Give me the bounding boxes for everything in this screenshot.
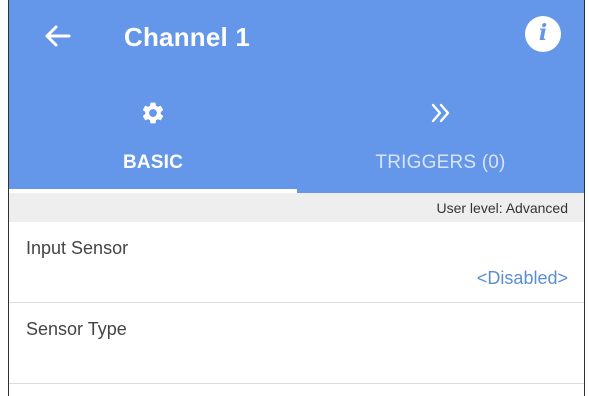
tab-basic-label: BASIC xyxy=(122,152,184,173)
divider xyxy=(9,383,584,384)
setting-label: Sensor Type xyxy=(26,319,127,339)
info-button[interactable]: i xyxy=(525,16,561,52)
gear-icon xyxy=(9,100,297,130)
screen-edge-left xyxy=(8,0,9,396)
back-button[interactable] xyxy=(39,18,79,54)
tab-triggers-label: TRIGGERS (0) xyxy=(375,152,506,173)
user-level-text: User level: Advanced xyxy=(436,200,568,216)
user-level-bar: User level: Advanced xyxy=(9,193,584,222)
tab-triggers[interactable]: TRIGGERS (0) xyxy=(297,96,584,193)
setting-value: <Disabled> xyxy=(476,268,568,288)
setting-label: Input Sensor xyxy=(26,238,129,258)
app-screen: Channel 1 i BASIC TRIGGERS (0) User leve… xyxy=(0,0,589,396)
screen-edge-right xyxy=(584,0,585,396)
tab-basic[interactable]: BASIC xyxy=(9,96,297,193)
info-icon: i xyxy=(538,20,548,46)
app-header: Channel 1 i BASIC TRIGGERS (0) xyxy=(9,0,584,193)
setting-sensor-type[interactable]: Sensor Type xyxy=(9,303,584,383)
arrow-left-icon xyxy=(39,18,79,54)
setting-input-sensor[interactable]: Input Sensor <Disabled> xyxy=(9,222,584,302)
page-title: Channel 1 xyxy=(124,22,251,52)
double-chevron-right-icon xyxy=(297,100,584,130)
